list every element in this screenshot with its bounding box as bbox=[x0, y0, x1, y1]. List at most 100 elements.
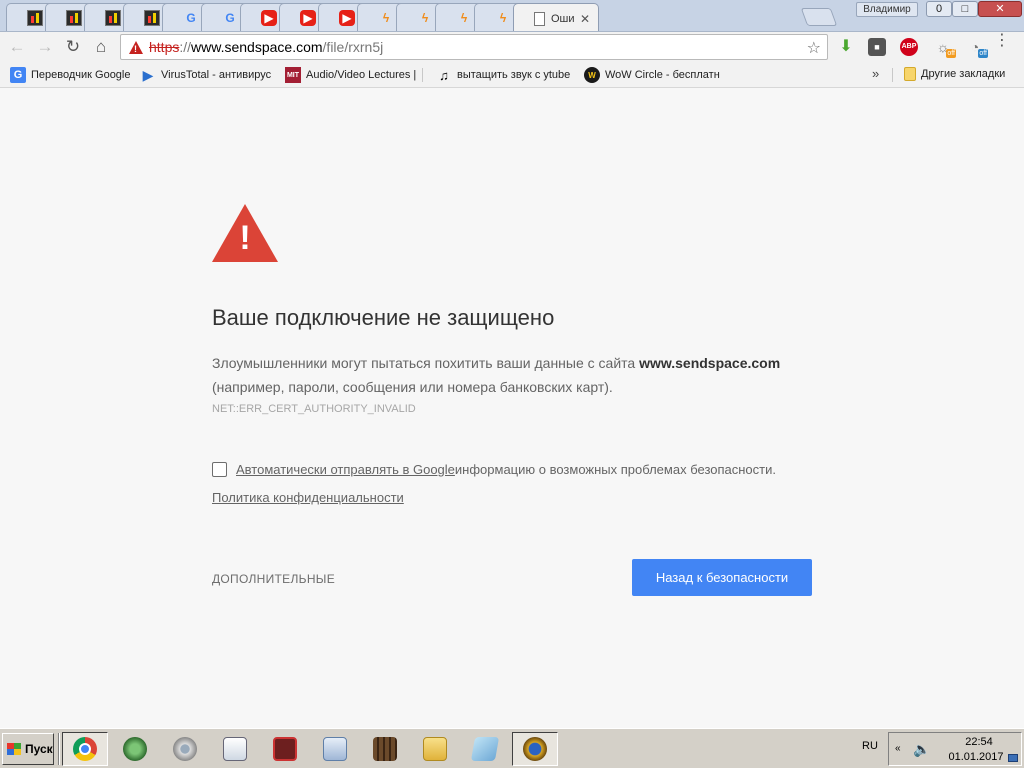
other-bookmarks-folder[interactable]: Другие закладки bbox=[904, 67, 1005, 81]
tab-active[interactable]: Оши ✕ bbox=[513, 3, 599, 31]
page-title: Ваше подключение не защищено bbox=[212, 305, 555, 330]
show-desktop-icon[interactable] bbox=[1008, 754, 1018, 762]
minimize-button[interactable]: 0 bbox=[926, 1, 952, 17]
youtube-favicon-icon: ▶ bbox=[339, 10, 355, 26]
start-button[interactable]: Пуск bbox=[2, 733, 54, 765]
url-host: www.sendspace.com bbox=[191, 39, 323, 55]
bookmark-virustotal[interactable]: ▶ VirusTotal - антивирус bbox=[140, 67, 272, 83]
google-favicon-icon: G bbox=[186, 11, 196, 25]
new-tab-button[interactable] bbox=[800, 8, 838, 26]
volume-icon[interactable]: 🔈 bbox=[913, 741, 930, 758]
document-favicon-icon bbox=[534, 11, 545, 26]
privacy-policy-link[interactable]: Политика конфиденциальности bbox=[212, 490, 404, 505]
error-message: Злоумышленники могут пытаться похитить в… bbox=[212, 351, 832, 399]
url-path: /file/rxrn5j bbox=[322, 39, 384, 55]
bookmark-label: WoW Circle - бесплатн bbox=[605, 69, 720, 81]
webcam-icon bbox=[173, 737, 197, 761]
back-button[interactable]: ← bbox=[6, 36, 28, 58]
bookmark-label: Переводчик Google bbox=[31, 69, 131, 81]
browser-menu-icon[interactable]: ⋮ bbox=[994, 33, 1010, 49]
language-indicator[interactable]: RU bbox=[862, 740, 878, 752]
advanced-details-button[interactable]: Дополнительные bbox=[212, 572, 335, 586]
message-text: Злоумышленники могут пытаться похитить в… bbox=[212, 355, 640, 371]
url-separator: :// bbox=[179, 39, 192, 55]
ssl-error-interstitial: ! Ваше подключение не защищено Злоумышле… bbox=[212, 204, 812, 596]
extension-off-icon[interactable]: ☼ off bbox=[934, 38, 956, 58]
shield-app-icon bbox=[123, 737, 147, 761]
music-note-icon: ♫ bbox=[439, 67, 449, 83]
video-card-icon bbox=[273, 737, 297, 761]
taskbar-app-shield[interactable] bbox=[112, 732, 158, 766]
taskbar-app-wow[interactable] bbox=[512, 732, 558, 766]
title-bar: GG▶▶▶ϟ/b/ -✕ϟ/po/ ·✕ϟ/qtr4✕ϟ/qtr4✕Оши✕ В… bbox=[0, 0, 1024, 32]
notepad-icon bbox=[470, 737, 500, 761]
reload-button[interactable]: ↻ bbox=[62, 36, 84, 58]
taskbar-app-video[interactable] bbox=[262, 732, 308, 766]
music-app-icon bbox=[373, 737, 397, 761]
bookmark-google-translate[interactable]: G Переводчик Google bbox=[10, 67, 131, 83]
bookmark-wow-circle[interactable]: W WoW Circle - бесплатн bbox=[584, 67, 720, 83]
tab-title: Оши bbox=[551, 12, 575, 25]
bookmark-separator bbox=[892, 68, 893, 82]
back-to-safety-button[interactable]: Назад к безопасности bbox=[632, 559, 812, 596]
url-text[interactable]: https://www.sendspace.com/file/rxrn5j bbox=[149, 39, 383, 55]
off-badge: off bbox=[946, 49, 956, 58]
bar-chart-favicon-icon bbox=[105, 10, 121, 26]
home-button[interactable]: ⌂ bbox=[90, 36, 112, 58]
report-text: информацию о возможных проблемах безопас… bbox=[454, 462, 776, 477]
taskbar-app-notes[interactable] bbox=[462, 732, 508, 766]
close-window-button[interactable]: ✕ bbox=[978, 1, 1022, 17]
bookmark-label: Audio/Video Lectures | bbox=[306, 69, 417, 81]
lightning-favicon-icon: ϟ bbox=[460, 11, 468, 25]
calculator-icon bbox=[323, 737, 347, 761]
bar-chart-favicon-icon bbox=[66, 10, 82, 26]
bookmark-mit-lectures[interactable]: MIT Audio/Video Lectures | bbox=[285, 67, 416, 83]
profile-button[interactable]: Владимир bbox=[856, 2, 918, 17]
mit-ocw-icon: MIT bbox=[285, 67, 301, 83]
report-checkbox[interactable] bbox=[212, 462, 227, 477]
scanner-icon bbox=[223, 737, 247, 761]
off-badge: off bbox=[978, 49, 988, 58]
taskbar-chrome[interactable] bbox=[62, 732, 108, 766]
camera-extension-icon[interactable]: ■ bbox=[868, 38, 886, 56]
clock-date[interactable]: 01.01.2017 bbox=[941, 751, 1011, 763]
start-label: Пуск bbox=[25, 742, 53, 756]
error-code[interactable]: NET::ERR_CERT_AUTHORITY_INVALID bbox=[212, 403, 416, 415]
taskbar-app-piano[interactable] bbox=[362, 732, 408, 766]
taskbar-app-calculator[interactable] bbox=[312, 732, 358, 766]
bar-chart-favicon-icon bbox=[144, 10, 160, 26]
bookmark-separator bbox=[422, 68, 423, 82]
warning-triangle-icon: ! bbox=[212, 204, 278, 262]
windows-logo-icon bbox=[7, 743, 21, 755]
tray-expand-icon[interactable]: « bbox=[895, 743, 901, 754]
youtube-favicon-icon: ▶ bbox=[261, 10, 277, 26]
forward-button[interactable]: → bbox=[34, 36, 56, 58]
wifi-extension-off-icon[interactable]: ◔ off bbox=[966, 38, 988, 58]
google-favicon-icon: G bbox=[225, 11, 235, 25]
download-extension-icon[interactable]: ⬇ bbox=[837, 38, 855, 56]
address-bar[interactable]: ! https://www.sendspace.com/file/rxrn5j … bbox=[120, 34, 828, 60]
bookmark-star-icon[interactable]: ☆ bbox=[807, 38, 821, 58]
taskbar-app-webcam[interactable] bbox=[162, 732, 208, 766]
maximize-button[interactable]: □ bbox=[952, 1, 978, 17]
tab-close-icon[interactable]: ✕ bbox=[580, 12, 590, 26]
taskbar-app-scanner[interactable] bbox=[212, 732, 258, 766]
wow-icon bbox=[523, 737, 547, 761]
youtube-favicon-icon: ▶ bbox=[300, 10, 316, 26]
taskbar-app-explorer[interactable] bbox=[412, 732, 458, 766]
safe-browsing-report-row: Автоматически отправлять в Google информ… bbox=[212, 462, 776, 477]
bookmark-ytube-audio[interactable]: ♫ вытащить звук с ytube bbox=[436, 67, 570, 83]
browser-toolbar: ← → ↻ ⌂ ! https://www.sendspace.com/file… bbox=[0, 32, 1024, 62]
not-secure-warning-icon[interactable]: ! bbox=[129, 40, 143, 54]
adblock-plus-icon[interactable]: ABP bbox=[900, 38, 918, 56]
clock-time[interactable]: 22:54 bbox=[949, 736, 1009, 748]
url-protocol: https bbox=[149, 39, 180, 55]
bookmarks-overflow-button[interactable]: » bbox=[872, 66, 879, 81]
message-text-cont: (например, пароли, сообщения или номера … bbox=[212, 379, 613, 395]
report-link[interactable]: Автоматически отправлять в Google bbox=[236, 462, 455, 477]
message-host: www.sendspace.com bbox=[639, 355, 781, 371]
folder-icon bbox=[904, 67, 916, 81]
windows-taskbar: Пуск RU « 🔈 22:54 01.01.2017 bbox=[0, 728, 1024, 768]
chrome-icon bbox=[73, 737, 97, 761]
bookmark-label: VirusTotal - антивирус bbox=[161, 69, 272, 81]
